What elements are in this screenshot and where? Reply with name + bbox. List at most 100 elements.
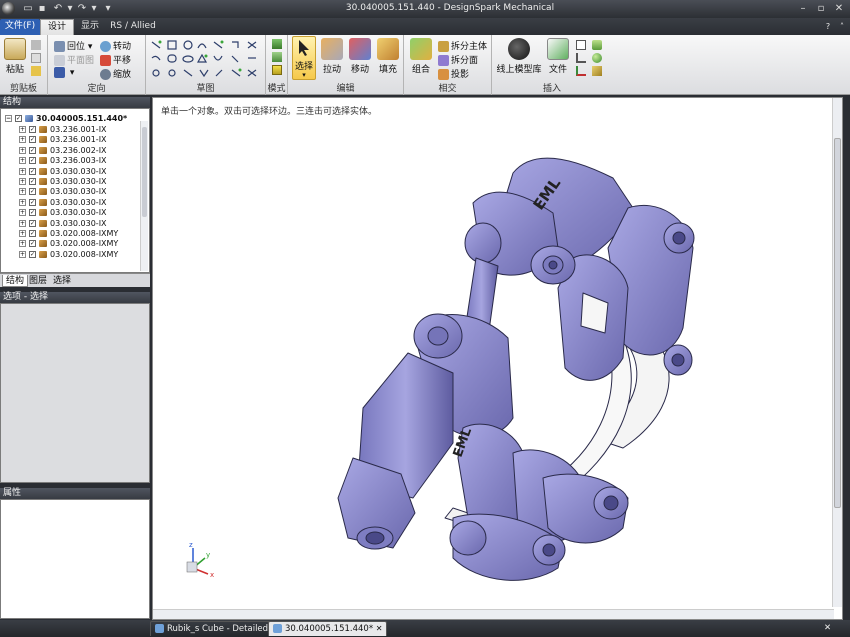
visibility-checkbox[interactable]: ✓ (29, 126, 36, 133)
home-button[interactable]: 回位 ▾ (54, 39, 92, 52)
shell-icon[interactable] (592, 66, 602, 76)
section-mode-icon[interactable] (272, 52, 282, 62)
visibility-checkbox[interactable]: ✓ (29, 209, 36, 217)
help-icon[interactable]: ? (822, 19, 834, 35)
visibility-checkbox[interactable]: ✓ (29, 188, 36, 196)
visibility-checkbox[interactable]: ✓ (29, 146, 36, 154)
online-library-button[interactable]: 线上模型库 (496, 38, 542, 75)
plane-view-button[interactable]: 平面图 (54, 53, 94, 66)
split-body-button[interactable]: 拆分主体 (438, 39, 487, 52)
tree-root[interactable]: − ✓ 30.040005.151.440* (5, 114, 127, 125)
expand-icon[interactable]: + (19, 209, 26, 217)
viewport-horizontal-scrollbar[interactable] (153, 609, 834, 619)
customize-toolbar-icon[interactable]: ▾ (102, 2, 114, 15)
tab-structure[interactable]: 结构 (2, 275, 29, 287)
tree-item[interactable]: + ✓ 03.236.001-IX (19, 125, 107, 136)
close-document-icon[interactable]: ✕ (820, 621, 835, 636)
viewport-vertical-scrollbar[interactable] (832, 98, 842, 607)
expand-icon[interactable]: + (19, 198, 26, 206)
expand-icon[interactable]: + (19, 240, 26, 248)
tree-item[interactable]: + ✓ 03.020.008-IXMY (19, 250, 118, 261)
structure-scrollbar[interactable] (140, 121, 148, 271)
tab-display[interactable]: 显示 (76, 19, 104, 35)
viewport-vertical-thumb[interactable] (834, 138, 841, 508)
redo-dropdown-icon[interactable]: ▾ (88, 2, 100, 15)
expand-icon[interactable]: + (19, 126, 26, 133)
tree-item[interactable]: + ✓ 03.030.030-IX (19, 187, 107, 198)
expand-icon[interactable]: + (19, 146, 26, 154)
tree-item[interactable]: + ✓ 03.236.001-IX (19, 135, 107, 146)
insert-file-button[interactable]: 文件 (546, 38, 570, 75)
project-button[interactable]: 投影 (438, 67, 469, 80)
minimize-icon[interactable]: – (795, 1, 811, 16)
maximize-icon[interactable]: ▫ (813, 1, 829, 16)
doc-tab-rubik[interactable]: Rubik_s Cube - Detailed* (150, 621, 278, 636)
expand-icon[interactable]: + (19, 178, 26, 185)
visibility-checkbox[interactable]: ✓ (29, 250, 36, 258)
open-icon[interactable]: ▭ (22, 2, 34, 15)
spin-button[interactable]: 转动 (100, 39, 131, 52)
tree-item[interactable]: + ✓ 03.020.008-IXMY (19, 239, 118, 250)
close-tab-icon[interactable]: ✕ (376, 624, 383, 633)
visibility-checkbox[interactable]: ✓ (29, 240, 36, 248)
expand-icon[interactable]: + (19, 250, 26, 258)
expand-icon[interactable]: + (19, 188, 26, 196)
tree-item[interactable]: + ✓ 03.236.003-IX (19, 156, 107, 167)
origin-icon[interactable] (576, 66, 586, 76)
tree-item[interactable]: + ✓ 03.020.008-IXMY (19, 229, 118, 240)
visibility-checkbox[interactable]: ✓ (29, 136, 36, 144)
visibility-checkbox[interactable]: ✓ (29, 198, 36, 206)
tree-item[interactable]: + ✓ 03.236.002-IX (19, 146, 107, 157)
format-painter-icon[interactable] (31, 66, 41, 76)
sketch-mode-icon[interactable] (272, 39, 282, 49)
expand-icon[interactable]: + (19, 157, 26, 165)
axis-icon[interactable] (576, 53, 586, 63)
expand-icon[interactable]: + (19, 230, 26, 237)
fill-button[interactable]: 填充 (375, 38, 401, 75)
plane-icon[interactable] (576, 40, 586, 50)
cylinder-icon[interactable] (592, 40, 602, 50)
expand-icon[interactable]: + (19, 219, 26, 227)
tree-item[interactable]: + ✓ 03.030.030-IX (19, 219, 107, 230)
tab-layers[interactable]: 图层 (26, 275, 50, 287)
visibility-checkbox[interactable]: ✓ (29, 167, 36, 175)
expand-icon[interactable]: + (19, 167, 26, 175)
tree-item[interactable]: + ✓ 03.030.030-IX (19, 198, 107, 209)
copy-icon[interactable] (31, 53, 41, 63)
paste-button[interactable]: 粘贴 (3, 38, 27, 75)
cut-icon[interactable] (31, 40, 41, 50)
undo-dropdown-icon[interactable]: ▾ (64, 2, 76, 15)
bottom-left-roller[interactable] (449, 520, 487, 556)
zoom-button[interactable]: 缩放 (100, 67, 131, 80)
file-menu[interactable]: 文件(F) (0, 19, 40, 35)
ribbon-collapse-icon[interactable]: ˄ (836, 19, 848, 35)
cad-model[interactable]: EML EML z x y (153, 98, 834, 607)
structure-scroll-thumb[interactable] (142, 127, 147, 217)
split-face-button[interactable]: 拆分面 (438, 53, 478, 66)
expand-icon[interactable]: + (19, 136, 26, 144)
doc-tab-current[interactable]: 30.040005.151.440* ✕ (268, 621, 388, 636)
design-viewport[interactable]: 单击一个对象。双击可选择环边。三连击可选择实体。 EML EML z x y (152, 97, 843, 620)
visibility-checkbox[interactable]: ✓ (29, 157, 36, 165)
sketch-tools-icon[interactable] (146, 38, 266, 82)
sphere-icon[interactable] (592, 53, 602, 63)
close-icon[interactable]: ✕ (831, 1, 847, 16)
view-cube-button[interactable]: ▾ (54, 67, 74, 78)
tab-selection[interactable]: 选择 (50, 275, 74, 287)
app-logo-icon[interactable] (2, 2, 15, 15)
pull-button[interactable]: 拉动 (319, 38, 345, 75)
move-button[interactable]: 移动 (347, 38, 373, 75)
tab-design[interactable]: 设计 (40, 19, 74, 35)
visibility-checkbox[interactable]: ✓ (15, 115, 22, 122)
tree-item[interactable]: + ✓ 03.030.030-IX (19, 167, 107, 178)
collapse-icon[interactable]: − (5, 115, 12, 122)
select-button[interactable]: 选择 ▾ (292, 36, 316, 80)
visibility-checkbox[interactable]: ✓ (29, 178, 36, 185)
visibility-checkbox[interactable]: ✓ (29, 219, 36, 227)
tree-item[interactable]: + ✓ 03.030.030-IX (19, 177, 107, 188)
3d-mode-icon[interactable] (272, 65, 282, 75)
tab-rs-allied[interactable]: RS / Allied (108, 19, 158, 35)
left-upper-roller[interactable] (464, 222, 502, 264)
save-icon[interactable]: ▪ (36, 2, 48, 15)
undo-icon[interactable]: ↶ (52, 2, 64, 15)
